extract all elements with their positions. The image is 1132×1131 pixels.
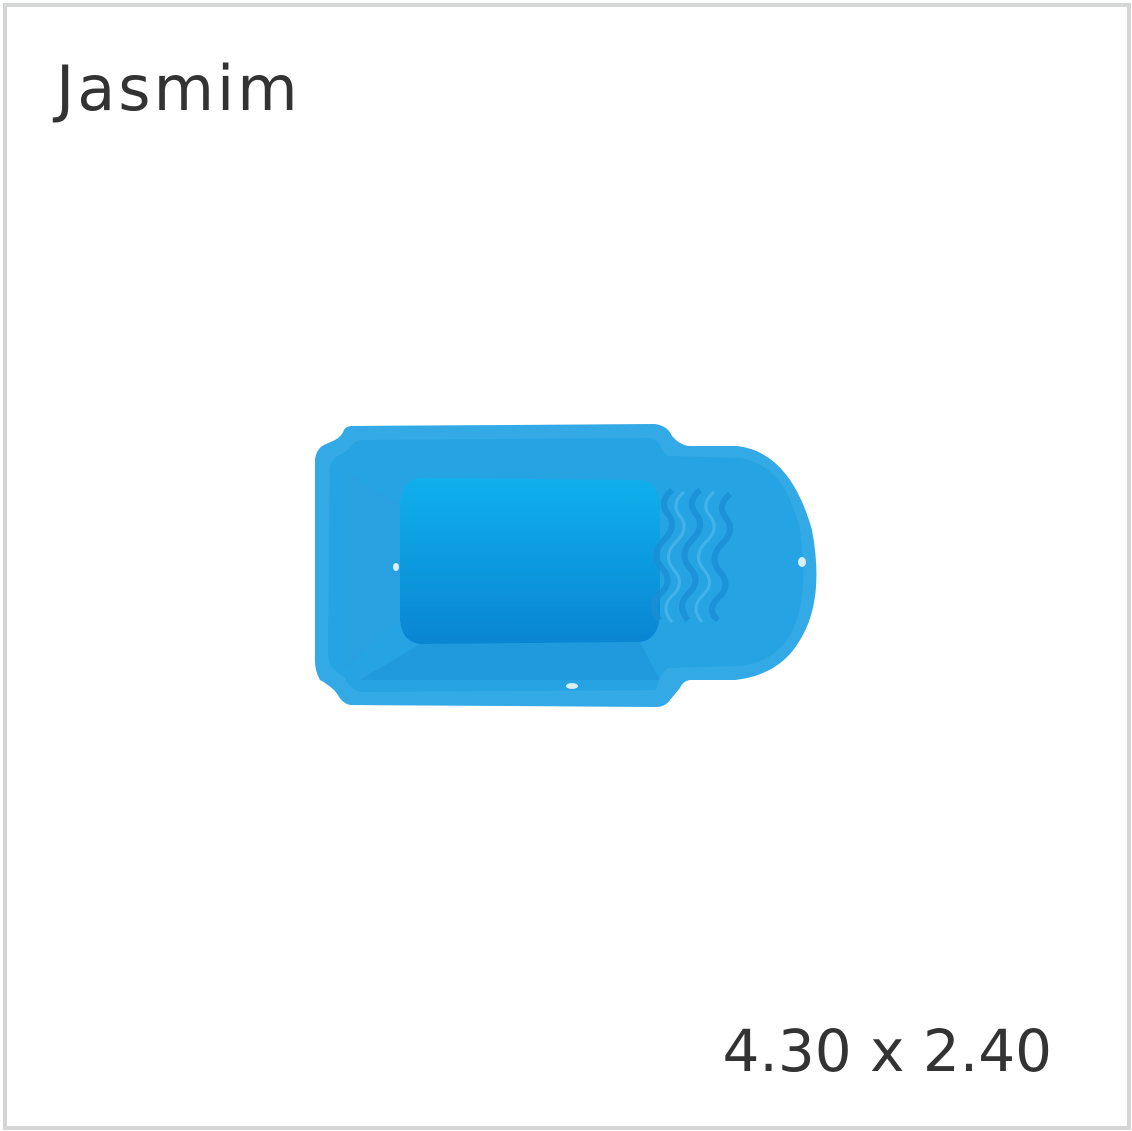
pool-deep-basin (400, 478, 660, 644)
pool-top-view-icon (314, 424, 817, 707)
pool-fitting (566, 683, 578, 689)
product-dimensions: 4.30 x 2.40 (722, 1017, 1052, 1085)
pool-fitting (798, 557, 806, 567)
pool-fitting (393, 563, 399, 571)
